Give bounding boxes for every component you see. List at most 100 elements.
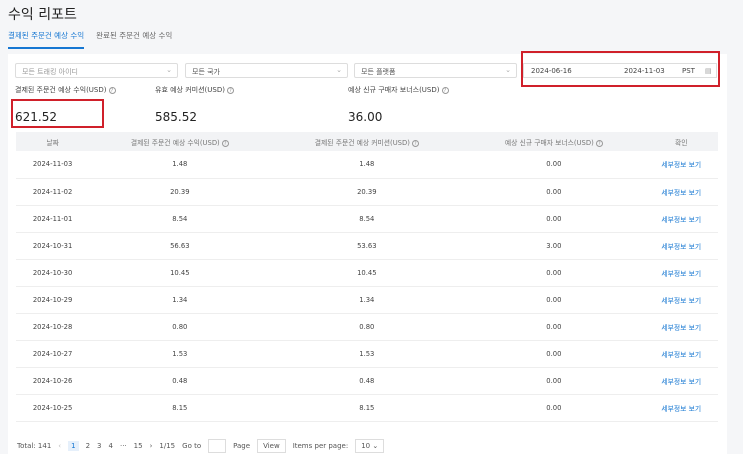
help-icon[interactable]: ? [108, 87, 116, 94]
pagination: Total: 141 ‹ 1 2 3 4 ··· 15 › 1/15 Go to… [17, 439, 385, 453]
total-count: Total: 141 [17, 442, 52, 450]
table-cell: 0.48 [89, 367, 271, 395]
table-cell: 1.34 [270, 286, 464, 314]
view-details-link[interactable]: 세부정보 보기 [644, 259, 718, 287]
goto-page-input[interactable] [208, 439, 227, 453]
page-indicator: 1/15 [159, 442, 176, 450]
metric-label: 결제된 주문건 예상 수익(USD)? [15, 85, 116, 95]
table-row: 2024-10-29 1.34 1.34 0.00 세부정보 보기 [16, 286, 718, 314]
table-cell: 2024-11-03 [16, 151, 90, 179]
help-icon[interactable]: ? [226, 87, 234, 94]
chevron-down-icon: ⌄ [336, 66, 342, 74]
table-cell: 0.80 [89, 313, 271, 341]
table-row: 2024-10-27 1.53 1.53 0.00 세부정보 보기 [16, 340, 718, 368]
table-cell: 2024-10-30 [16, 259, 90, 287]
table-cell: 2024-10-25 [16, 394, 90, 422]
country-value: 모든 국가 [192, 68, 220, 76]
table-cell: 8.54 [89, 205, 271, 233]
metric-bonus-value: 36.00 [348, 110, 383, 124]
tabs: 결제된 주문건 예상 수익 완료된 주문건 예상 수익 [8, 30, 172, 49]
page-3[interactable]: 3 [97, 442, 101, 450]
page-15[interactable]: 15 [134, 442, 143, 450]
country-select[interactable]: 모든 국가 ⌄ [185, 63, 348, 78]
table-row: 2024-11-02 20.39 20.39 0.00 세부정보 보기 [16, 178, 718, 206]
metric-commission-value: 585.52 [155, 110, 197, 124]
tab-paid-orders[interactable]: 결제된 주문건 예상 수익 [8, 30, 85, 49]
help-icon: ? [221, 139, 229, 147]
table-cell: 1.53 [270, 340, 464, 368]
prev-page-icon[interactable]: ‹ [58, 442, 61, 450]
view-details-link[interactable]: 세부정보 보기 [644, 178, 718, 206]
table-row: 2024-11-03 1.48 1.48 0.00 세부정보 보기 [16, 151, 718, 179]
chevron-down-icon: ⌄ [505, 66, 511, 74]
col-bonus: 예상 신규 구매자 보너스(USD)? [463, 132, 645, 151]
view-button[interactable]: View [257, 439, 286, 453]
table-row: 2024-10-31 56.63 53.63 3.00 세부정보 보기 [16, 232, 718, 260]
table-cell: 8.54 [270, 205, 464, 233]
next-page-icon[interactable]: › [150, 442, 153, 450]
chevron-down-icon: ⌄ [372, 442, 379, 450]
platform-value: 모든 플랫폼 [361, 68, 396, 76]
help-icon: ? [411, 139, 419, 147]
table-cell: 0.00 [463, 286, 645, 314]
tracking-id-value: 모든 트래킹 아이디 [22, 68, 78, 76]
view-details-link[interactable]: 세부정보 보기 [644, 286, 718, 314]
page-title: 수익 리포트 [8, 7, 77, 23]
highlight-box [11, 99, 104, 128]
table-cell: 8.15 [270, 394, 464, 422]
page-ellipsis[interactable]: ··· [120, 442, 127, 450]
table-row: 2024-10-25 8.15 8.15 0.00 세부정보 보기 [16, 394, 718, 422]
table-cell: 2024-11-02 [16, 178, 90, 206]
col-action: 확인 [644, 132, 718, 151]
view-details-link[interactable]: 세부정보 보기 [644, 151, 718, 179]
table-cell: 0.48 [270, 367, 464, 395]
metric-label: 유효 예상 커미션(USD)? [155, 85, 234, 95]
view-details-link[interactable]: 세부정보 보기 [644, 232, 718, 260]
items-per-page-select[interactable]: 10 ⌄ [355, 439, 385, 453]
table-cell: 20.39 [89, 178, 271, 206]
view-details-link[interactable]: 세부정보 보기 [644, 340, 718, 368]
highlight-box [521, 51, 720, 87]
col-commission: 결제된 주문건 예상 커미션(USD)? [270, 132, 464, 151]
page-1[interactable]: 1 [68, 441, 79, 451]
platform-select[interactable]: 모든 플랫폼 ⌄ [354, 63, 517, 78]
table-cell: 0.00 [463, 178, 645, 206]
table-cell: 56.63 [89, 232, 271, 260]
earnings-table: 날짜 결제된 주문건 예상 수익(USD)? 결제된 주문건 예상 커미션(US… [16, 132, 718, 422]
items-per-page-label: Items per page: [292, 442, 349, 450]
table-cell: 2024-11-01 [16, 205, 90, 233]
table-cell: 2024-10-26 [16, 367, 90, 395]
view-details-link[interactable]: 세부정보 보기 [644, 367, 718, 395]
table-cell: 2024-10-31 [16, 232, 90, 260]
chevron-down-icon: ⌄ [166, 66, 172, 74]
help-icon[interactable]: ? [441, 87, 449, 94]
table-cell: 0.00 [463, 151, 645, 179]
table-row: 2024-10-26 0.48 0.48 0.00 세부정보 보기 [16, 367, 718, 395]
table-cell: 2024-10-28 [16, 313, 90, 341]
goto-label: Go to [182, 442, 202, 450]
table-cell: 10.45 [89, 259, 271, 287]
page-4[interactable]: 4 [109, 442, 113, 450]
page-label: Page [233, 442, 251, 450]
table-cell: 1.34 [89, 286, 271, 314]
table-cell: 2024-10-29 [16, 286, 90, 314]
table-cell: 0.80 [270, 313, 464, 341]
tab-completed-orders[interactable]: 완료된 주문건 예상 수익 [96, 30, 172, 49]
col-revenue: 결제된 주문건 예상 수익(USD)? [89, 132, 271, 151]
table-cell: 0.00 [463, 340, 645, 368]
table-cell: 10.45 [270, 259, 464, 287]
view-details-link[interactable]: 세부정보 보기 [644, 313, 718, 341]
tracking-id-select[interactable]: 모든 트래킹 아이디 ⌄ [15, 63, 178, 78]
view-details-link[interactable]: 세부정보 보기 [644, 205, 718, 233]
view-details-link[interactable]: 세부정보 보기 [644, 394, 718, 422]
table-cell: 0.00 [463, 367, 645, 395]
table-row: 2024-11-01 8.54 8.54 0.00 세부정보 보기 [16, 205, 718, 233]
table-cell: 1.53 [89, 340, 271, 368]
table-cell: 8.15 [89, 394, 271, 422]
table-cell: 0.00 [463, 313, 645, 341]
table-cell: 20.39 [270, 178, 464, 206]
help-icon: ? [595, 139, 603, 147]
page-2[interactable]: 2 [86, 442, 90, 450]
table-cell: 0.00 [463, 205, 645, 233]
table-cell: 1.48 [270, 151, 464, 179]
